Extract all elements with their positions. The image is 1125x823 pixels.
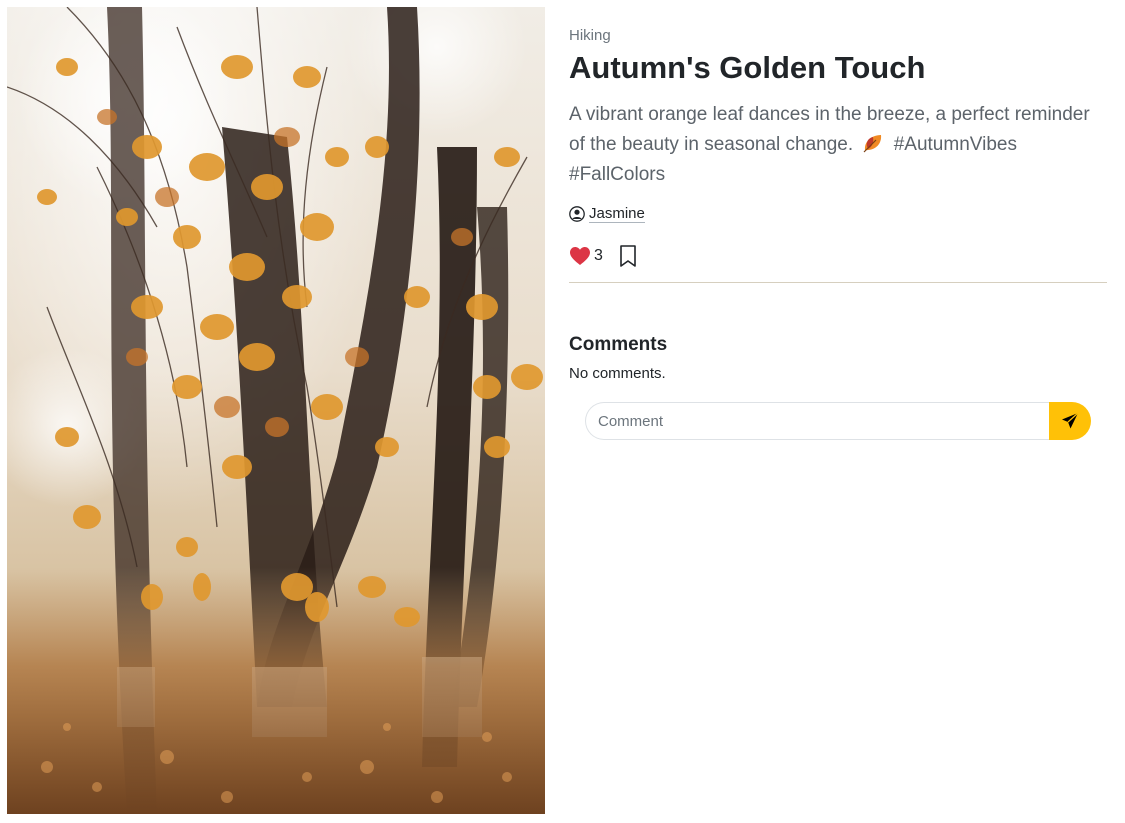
no-comments-text: No comments. [569, 365, 666, 382]
post-category[interactable]: Hiking [569, 26, 1107, 46]
bookmark-icon[interactable] [617, 244, 639, 268]
actions-divider [569, 282, 1107, 283]
person-circle-icon [569, 206, 585, 222]
comment-input[interactable] [585, 402, 1049, 440]
autumn-tree-illustration [7, 7, 545, 814]
send-comment-button[interactable] [1049, 402, 1091, 440]
like-button[interactable]: 3 [569, 246, 603, 266]
post-description: A vibrant orange leaf dances in the bree… [569, 100, 1104, 190]
comment-form [585, 402, 1091, 440]
fallen-leaf-icon [864, 135, 882, 153]
comments-heading: Comments [569, 334, 668, 355]
like-count: 3 [594, 247, 603, 264]
post-title: Autumn's Golden Touch [569, 50, 926, 85]
heart-icon [570, 247, 590, 265]
post-actions: 3 [569, 244, 1107, 268]
post-author: Jasmine [569, 204, 1107, 224]
author-link[interactable]: Jasmine [589, 205, 645, 223]
post-info: Hiking Autumn's Golden Touch A vibrant o… [569, 26, 1107, 440]
post-image [7, 7, 545, 814]
send-icon [1062, 412, 1079, 429]
post-detail-page: Hiking Autumn's Golden Touch A vibrant o… [0, 0, 1125, 823]
